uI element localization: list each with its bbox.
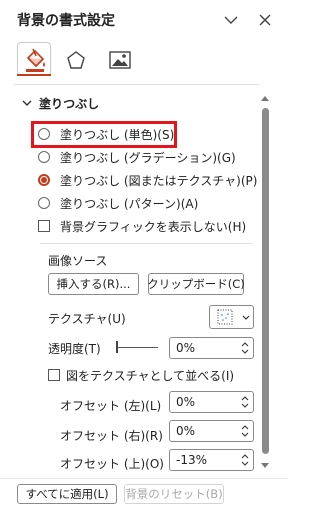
chevron-down-icon[interactable] [222,11,240,29]
radio-button[interactable] [38,174,50,186]
close-icon[interactable] [256,11,274,29]
format-background-pane: 背景の書式設定 塗りつぶし 塗りつぶし (単色)(S) 塗りつぶし (グラデーシ… [0,0,287,508]
reset-background-button[interactable]: 背景のリセット(B) [124,484,224,504]
clipboard-button[interactable]: クリップボード(C) [147,273,245,295]
tab-fill[interactable] [17,42,51,76]
spinner-arrows-icon[interactable] [240,452,250,468]
highlight-box [31,121,177,148]
picture-icon [109,51,131,69]
footer-divider [0,478,287,479]
chevron-down-icon[interactable] [22,98,32,108]
transparency-slider-thumb[interactable] [116,341,118,353]
option-label: 塗りつぶし (図またはテクスチャ)(P) [60,173,258,188]
radio-picture-texture-fill[interactable]: 塗りつぶし (図またはテクスチャ)(P) [38,171,257,189]
offset-top-label: オフセット (上)(O) [60,457,164,471]
radio-button[interactable] [38,197,50,209]
checkbox[interactable] [48,369,60,381]
transparency-label: 透明度(T) [48,342,101,356]
offset-right-label: オフセット (右)(R) [60,429,163,443]
offset-left-label: オフセット (左)(L) [60,399,162,413]
fill-section-title[interactable]: 塗りつぶし [39,95,99,112]
tile-picture-checkbox[interactable]: 図をテクスチャとして並べる(I) [48,366,234,384]
radio-pattern-fill[interactable]: 塗りつぶし (パターン)(A) [38,194,198,212]
option-label: 塗りつぶし (パターン)(A) [60,196,199,211]
transparency-slider-track[interactable] [118,347,158,348]
option-label: 塗りつぶし (グラデーション)(G) [60,150,236,165]
apply-to-all-button[interactable]: すべてに適用(L) [17,484,117,504]
spinner-value: -13% [176,453,208,467]
insert-button[interactable]: 挿入する(R)... [48,273,139,295]
scrollbar-thumb[interactable] [262,108,269,454]
scroll-up-icon[interactable] [260,94,270,102]
spinner-arrows-icon[interactable] [240,340,250,356]
divider [40,243,253,244]
spinner-value: 0% [176,341,196,355]
pane-title: 背景の書式設定 [17,13,115,29]
checkbox-label: 背景グラフィックを表示しない(H) [60,219,247,234]
spinner-arrows-icon[interactable] [240,394,250,410]
spinner-value: 0% [176,424,196,438]
texture-swatch-icon [217,309,250,325]
divider [14,84,259,85]
spinner-arrows-icon[interactable] [240,423,250,439]
texture-label: テクスチャ(U) [48,312,126,326]
offset-left-spinner[interactable]: 0% [169,391,254,413]
hide-background-graphics-checkbox[interactable]: 背景グラフィックを表示しない(H) [38,217,246,235]
tab-effects[interactable] [58,42,92,76]
spinner-value: 0% [176,395,196,409]
checkbox[interactable] [38,220,50,232]
pentagon-icon [67,51,85,69]
texture-dropdown[interactable] [209,305,254,329]
transparency-spinner[interactable]: 0% [169,337,254,359]
picture-source-label: 画像ソース [48,254,108,268]
active-tab-indicator [17,74,51,76]
scroll-down-icon[interactable] [260,462,270,470]
paint-bucket-icon [26,48,45,72]
checkbox-label: 図をテクスチャとして並べる(I) [66,368,235,383]
offset-top-spinner[interactable]: -13% [169,449,254,471]
offset-right-spinner[interactable]: 0% [169,420,254,442]
radio-gradient-fill[interactable]: 塗りつぶし (グラデーション)(G) [38,148,236,166]
tab-picture[interactable] [102,42,136,76]
radio-button[interactable] [38,151,50,163]
